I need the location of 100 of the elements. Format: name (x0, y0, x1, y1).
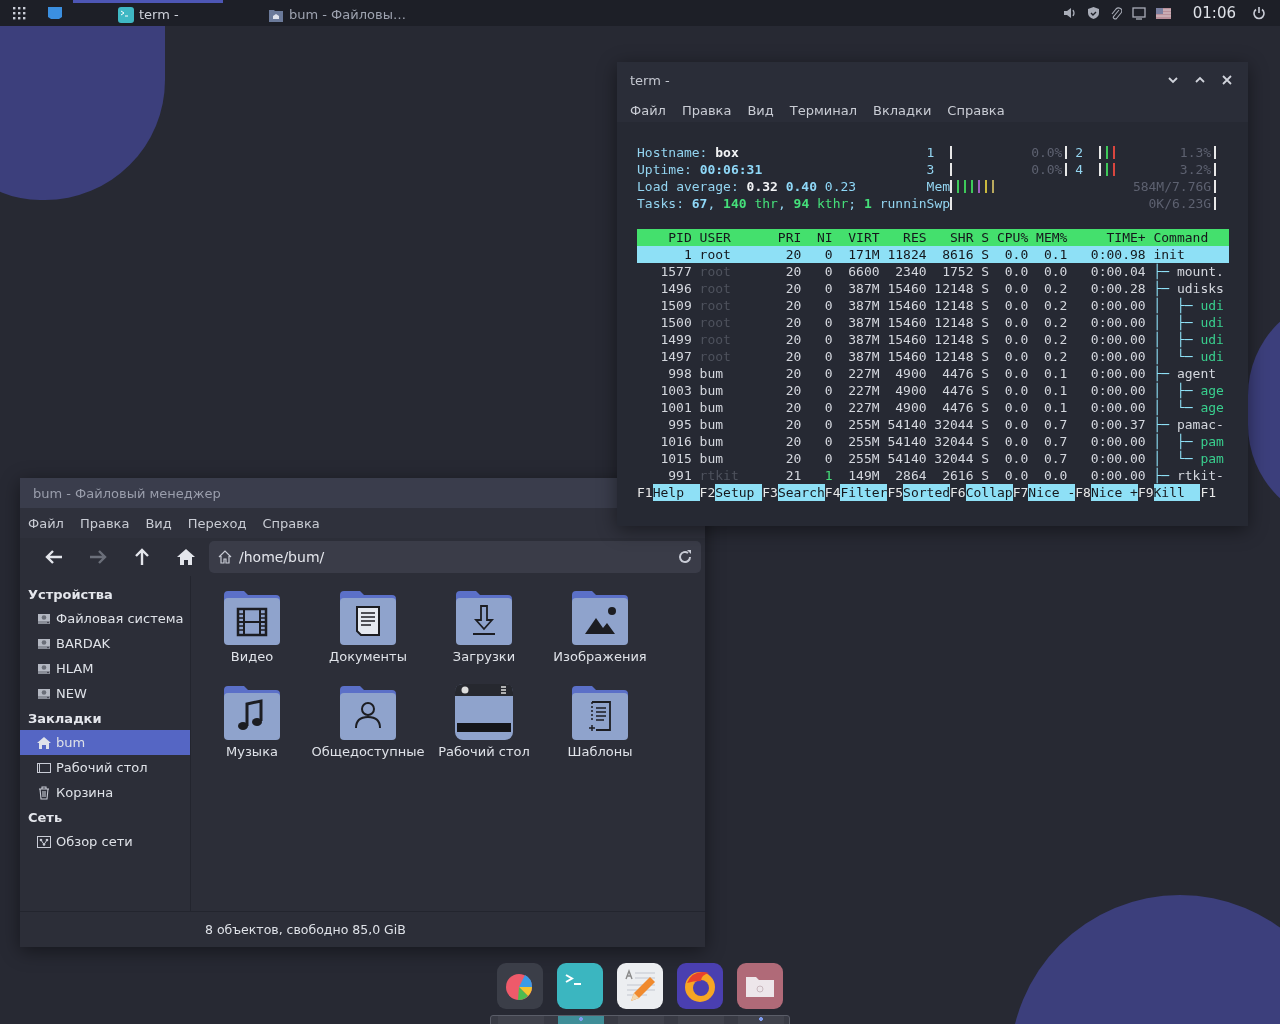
table-cell-text: 387M (847, 280, 880, 297)
table-cell-text: 991 (667, 467, 692, 484)
table-cell-text: 0 (823, 450, 833, 467)
htop-info-line: Hostname: box (637, 144, 740, 161)
column-header[interactable]: CPU% (989, 229, 1029, 246)
process-row[interactable]: 1 root 20 0 171M 11824 8616 S 0.0 0.1 0:00.98 init (637, 246, 1229, 263)
taskbar-item[interactable]: term - (73, 0, 223, 26)
menu-item[interactable]: Вид (137, 515, 180, 531)
sidebar-item[interactable]: BARDAK (20, 631, 190, 656)
table-cell-text: 0:00.37 (1089, 416, 1146, 433)
table-cell-text: 32044 (933, 433, 974, 450)
meter-reading: 584M/7.76G (1132, 178, 1212, 195)
column-header[interactable]: TIME+ (1067, 229, 1146, 246)
text-editor-app-icon[interactable] (617, 963, 663, 1009)
column-header[interactable]: VIRT (832, 229, 880, 246)
sidebar-item[interactable]: HLAM (20, 656, 190, 681)
table-cell-text: 32044 (933, 450, 974, 467)
table-cell-text: 1577 (659, 263, 692, 280)
pie-chart-app-icon[interactable] (497, 963, 543, 1009)
column-header[interactable]: MEM% (1028, 229, 1068, 246)
location-field[interactable]: /home/bum/ (209, 541, 701, 573)
column-header[interactable]: PID (637, 229, 692, 246)
table-cell-text: 20 (784, 246, 802, 263)
volume-icon[interactable] (1062, 6, 1077, 20)
monitor-icon[interactable] (1131, 6, 1146, 20)
table-cell-text: 0:00.00 (1089, 331, 1146, 348)
clock[interactable]: 01:06 (1192, 4, 1236, 22)
column-header[interactable]: USER (691, 229, 771, 246)
table-cell-text: 227M (847, 399, 880, 416)
sidebar-item[interactable]: Корзина (20, 780, 190, 805)
reload-icon[interactable] (677, 549, 693, 565)
table-cell-text: ├─ udisks (1152, 280, 1225, 297)
menu-item[interactable]: Справка (254, 515, 328, 531)
sidebar-item[interactable]: Рабочий стол (20, 755, 190, 780)
trash-icon (36, 784, 52, 801)
table-cell-text: 0:00.04 (1089, 263, 1146, 280)
folder-item[interactable]: Общедоступные (310, 682, 426, 777)
sidebar-item[interactable]: Файловая система (20, 606, 190, 631)
folder-item[interactable]: Загрузки (426, 587, 542, 682)
function-key[interactable]: F1 (1200, 484, 1217, 501)
menu-item[interactable]: Справка (939, 102, 1013, 118)
table-cell-text: 1752 (941, 263, 974, 280)
table-cell-text: 0:00.00 (1089, 433, 1146, 450)
folder-item[interactable]: Музыка (194, 682, 310, 777)
table-cell-text: 54140 (886, 450, 927, 467)
table-cell-text: S (980, 314, 990, 331)
table-cell-text: 1001 (659, 399, 692, 416)
column-header[interactable]: NI (801, 229, 833, 246)
table-cell-text: 387M (847, 348, 880, 365)
table-cell-text: 998 (667, 365, 692, 382)
process-row[interactable]: 1001 bum 20 0 227M 4900 4476 S 0.0 0.1 0:00.00 │ └─ age (637, 399, 1229, 416)
table-cell-text: 1499 (659, 331, 692, 348)
folder-app-icon[interactable] (737, 963, 783, 1009)
column-header[interactable]: RES (879, 229, 927, 246)
shield-icon[interactable] (1086, 6, 1100, 20)
menu-item[interactable]: Правка (673, 102, 740, 118)
table-cell-text: 227M (847, 382, 880, 399)
process-row[interactable]: 1003 bum 20 0 227M 4900 4476 S 0.0 0.1 0:00.00 │ ├─ age (637, 382, 1229, 399)
sidebar-item[interactable]: Обзор сети (20, 829, 190, 854)
column-header[interactable]: SHR (926, 229, 974, 246)
taskbar-item[interactable]: bum - Файловы… (223, 0, 414, 26)
folder-item[interactable]: Документы (310, 587, 426, 682)
process-row[interactable]: 995 bum 20 0 255M 54140 32044 S 0.0 0.7 0:00.37 ├─ pamac- (637, 416, 1229, 433)
meter-reading: 1.3% (1179, 144, 1212, 161)
table-cell-text: 1500 (659, 314, 692, 331)
folder-item[interactable]: Изображения (542, 587, 658, 682)
process-row[interactable]: 998 bum 20 0 227M 4900 4476 S 0.0 0.1 0:00.00 ├─ agent (637, 365, 1229, 382)
process-row[interactable]: 1015 bum 20 0 255M 54140 32044 S 0.0 0.7 0:00.00 │ └─ pam (637, 450, 1229, 467)
chevron-down-icon (1166, 74, 1179, 86)
table-cell-text: 20 (784, 450, 802, 467)
table-cell-text: S (980, 365, 990, 382)
folder-item[interactable]: Рабочий стол (426, 682, 542, 777)
table-cell-text: 20 (784, 399, 802, 416)
column-header[interactable]: Command (1145, 229, 1229, 246)
menu-item[interactable]: Файл (20, 515, 72, 531)
menu-item[interactable]: Вкладки (865, 102, 940, 118)
table-cell-text: 0 (823, 433, 833, 450)
paperclip-icon[interactable] (1109, 6, 1122, 20)
folder-item[interactable]: Шаблоны (542, 682, 658, 777)
sidebar-item[interactable]: NEW (20, 681, 190, 706)
power-icon[interactable] (1252, 6, 1266, 20)
flag-icon[interactable] (1155, 7, 1171, 19)
table-cell-text: 1497 (659, 348, 692, 365)
menu-item[interactable]: Вид (739, 102, 782, 118)
table-cell-text: ├─ pamac- (1152, 416, 1225, 433)
sidebar-item[interactable]: bum (20, 730, 190, 755)
sidebar-section-title: Устройства (27, 586, 114, 604)
column-header[interactable]: PRI (770, 229, 802, 246)
menu-item[interactable]: Правка (71, 515, 138, 531)
menu-item[interactable]: Терминал (781, 102, 865, 118)
table-cell-text: 0:00.00 (1089, 399, 1146, 416)
menu-item[interactable]: Файл (622, 102, 674, 118)
process-row[interactable]: 1016 bum 20 0 255M 54140 32044 S 0.0 0.7 0:00.00 │ ├─ pam (637, 433, 1229, 450)
table-cell-text: 20 (784, 297, 802, 314)
folder-item[interactable]: Видео (194, 587, 310, 682)
terminal-app-icon[interactable] (557, 963, 603, 1009)
table-cell-text: 4900 (894, 365, 927, 382)
menu-item[interactable]: Переход (179, 515, 255, 531)
column-header[interactable]: S (973, 229, 990, 246)
table-cell-text: │ ├─ udi (1152, 297, 1225, 314)
